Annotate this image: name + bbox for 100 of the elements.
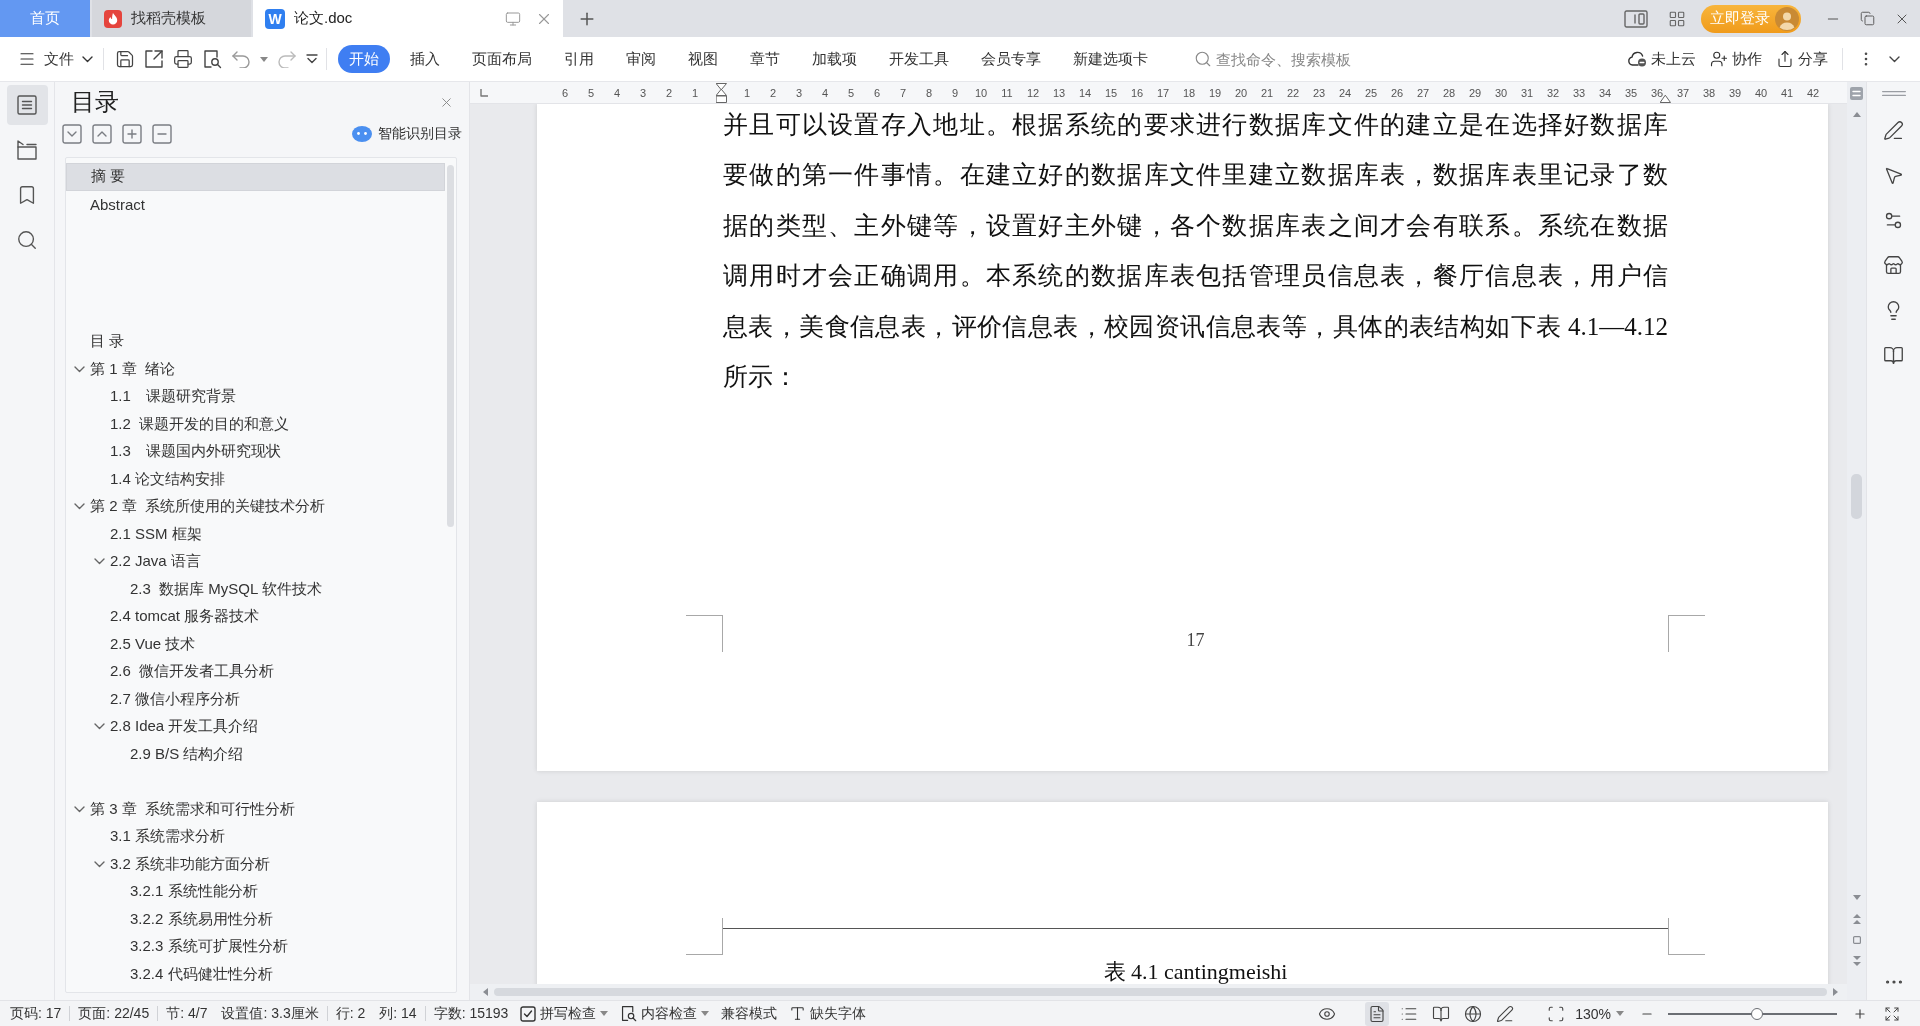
chevron-down-icon[interactable] (93, 723, 105, 731)
template-tab[interactable]: 找稻壳模板 (92, 0, 251, 37)
ribbon-tab[interactable]: 新建选项卡 (1057, 45, 1164, 73)
toc-item[interactable]: 2.8 Idea 开发工具介绍 (88, 713, 259, 741)
toc-item[interactable]: 第 3 章 系统需求和可行性分析 (68, 795, 295, 823)
missing-font-button[interactable]: 缺失字体 (789, 1004, 867, 1023)
toc-item[interactable]: 目 录 (90, 328, 125, 356)
scroll-left-icon[interactable] (483, 988, 488, 996)
sliders-icon[interactable] (1883, 210, 1904, 231)
search-field[interactable]: 查找命令、搜索模板 (1216, 50, 1356, 68)
scroll-right-icon[interactable] (1833, 988, 1838, 996)
scrollbar-thumb[interactable] (494, 988, 1827, 996)
browse-object-icon[interactable] (1852, 935, 1861, 944)
plus-icon[interactable] (1853, 1006, 1867, 1021)
ribbon-tab[interactable]: 开发工具 (873, 45, 965, 73)
scrollbar-thumb[interactable] (447, 165, 454, 527)
minus-square-icon[interactable] (152, 124, 172, 144)
book-icon[interactable] (1883, 345, 1904, 366)
toc-item[interactable]: 1.1 课题研究背景 (110, 383, 236, 411)
toc-item[interactable]: 2.3 数据库 MySQL 软件技术 (130, 575, 322, 603)
ruler-toggle-icon[interactable] (1850, 86, 1863, 100)
chevron-up-square-icon[interactable] (92, 124, 112, 144)
ribbon-tab[interactable]: 审阅 (610, 45, 672, 73)
ribbon-tab[interactable]: 加载项 (796, 45, 873, 73)
toc-item[interactable]: 2.7 微信小程序分析 (110, 685, 241, 713)
ribbon-tab[interactable]: 视图 (672, 45, 734, 73)
scrollbar-thumb[interactable] (1851, 474, 1862, 519)
toc-item[interactable]: 2.9 B/S 结构介绍 (130, 740, 244, 768)
ribbon-tab[interactable]: 会员专享 (965, 45, 1057, 73)
toc-item[interactable]: 摘 要 (66, 163, 445, 191)
menu-icon (18, 50, 36, 68)
smart-toc-button[interactable]: 智能识别目录 (352, 125, 462, 143)
save-icon[interactable] (115, 49, 135, 69)
toc-item[interactable]: 3.2.1 系统性能分析 (130, 878, 258, 906)
ruler-number: 24 (1337, 86, 1353, 99)
ruler-number: 31 (1519, 86, 1535, 99)
document-search-icon[interactable] (202, 49, 222, 69)
restore-icon[interactable] (1860, 11, 1875, 26)
window-layout-icon[interactable] (1624, 9, 1648, 28)
toc-item[interactable]: 第 2 章 系统所使用的关键技术分析 (68, 493, 325, 521)
scroll-down-icon[interactable] (1852, 895, 1861, 900)
ribbon-tab[interactable]: 页面布局 (456, 45, 548, 73)
grid-icon[interactable] (1668, 9, 1686, 28)
file-menu[interactable]: 文件 (18, 49, 93, 69)
chevron-down-icon[interactable] (1889, 55, 1900, 63)
expand-icon[interactable] (1884, 1005, 1900, 1022)
pointer-icon[interactable] (1883, 165, 1904, 186)
document-arrow-icon[interactable] (144, 49, 164, 69)
pen-icon[interactable] (1883, 120, 1904, 141)
toc-item[interactable]: 3.2.3 系统可扩展性分析 (130, 933, 288, 961)
toc-item[interactable]: 2.2 Java 语言 (88, 548, 201, 576)
ribbon-tab[interactable]: 章节 (734, 45, 796, 73)
toc-item[interactable]: 1.3 课题国内外研究现状 (110, 438, 281, 466)
toc-item[interactable]: 3.1 系统需求分析 (110, 823, 226, 851)
undo-icon[interactable] (231, 50, 251, 68)
ribbon-tab[interactable]: 插入 (394, 45, 456, 73)
toc-item[interactable]: 2.4 tomcat 服务器技术 (110, 603, 260, 631)
chevron-down-icon[interactable] (73, 805, 85, 813)
toc-item[interactable]: 2.6 微信开发者工具分析 (110, 658, 275, 686)
chevron-down-icon[interactable] (93, 860, 105, 868)
slider-thumb[interactable] (1751, 1007, 1764, 1020)
toc-item[interactable]: 2.5 Vue 技术 (110, 630, 196, 658)
cloud-status-button[interactable]: 未上云 (1627, 49, 1696, 69)
toc-item[interactable]: 第 1 章 绪论 (68, 355, 175, 383)
toc-item[interactable]: 3.2.4 代码健壮性分析 (130, 960, 273, 988)
scan-icon[interactable] (1547, 1004, 1566, 1023)
view-button[interactable] (1365, 1001, 1390, 1026)
toc-item[interactable]: Abstract (90, 190, 146, 218)
plus-square-icon[interactable] (122, 124, 142, 144)
scroll-up-icon[interactable] (1852, 112, 1861, 117)
print-icon[interactable] (173, 49, 193, 69)
caret-icon (1616, 1011, 1624, 1016)
search-icon[interactable] (1194, 50, 1212, 68)
ribbon-tab[interactable]: 开始 (338, 45, 390, 73)
indent-marker-icon[interactable] (715, 82, 727, 103)
ribbon-tab[interactable]: 引用 (548, 45, 610, 73)
previous-page-icon[interactable] (1852, 913, 1861, 924)
customize-icon[interactable] (306, 54, 318, 64)
share-button[interactable]: 分享 (1776, 49, 1828, 69)
chevron-down-square-icon[interactable] (62, 124, 82, 144)
zoom-level-button[interactable]: 130% (1575, 1005, 1624, 1022)
store-icon[interactable] (1883, 255, 1904, 276)
drag-handle-icon[interactable] (1881, 91, 1906, 96)
compat-mode-button[interactable]: 兼容模式 (721, 1004, 778, 1023)
next-page-icon[interactable] (1852, 955, 1861, 966)
chevron-down-icon[interactable] (73, 365, 85, 373)
collaborate-button[interactable]: 协作 (1710, 49, 1762, 69)
sidebar-tab[interactable] (6, 85, 48, 125)
document-tab[interactable]: W 论文.doc (253, 0, 563, 37)
toc-item[interactable]: 2.1 SSM 框架 (110, 520, 202, 548)
toc-item[interactable]: 1.2 课题开发的目的和意义 (110, 410, 290, 438)
document-search-icon[interactable] (620, 1005, 638, 1022)
chevron-down-icon[interactable] (73, 503, 85, 511)
toc-item[interactable]: 1.4 论文结构安排 (110, 465, 226, 493)
spell-check-button[interactable]: 拼写检查 (520, 1004, 609, 1023)
content-check-button[interactable]: 内容检查 (620, 1004, 710, 1023)
chevron-down-icon[interactable] (93, 558, 105, 566)
toc-item[interactable]: 3.2 系统非功能方面分析 (88, 850, 271, 878)
toc-item[interactable]: 3.2.2 系统易用性分析 (130, 905, 273, 933)
tab-stop-icon[interactable] (480, 88, 488, 97)
